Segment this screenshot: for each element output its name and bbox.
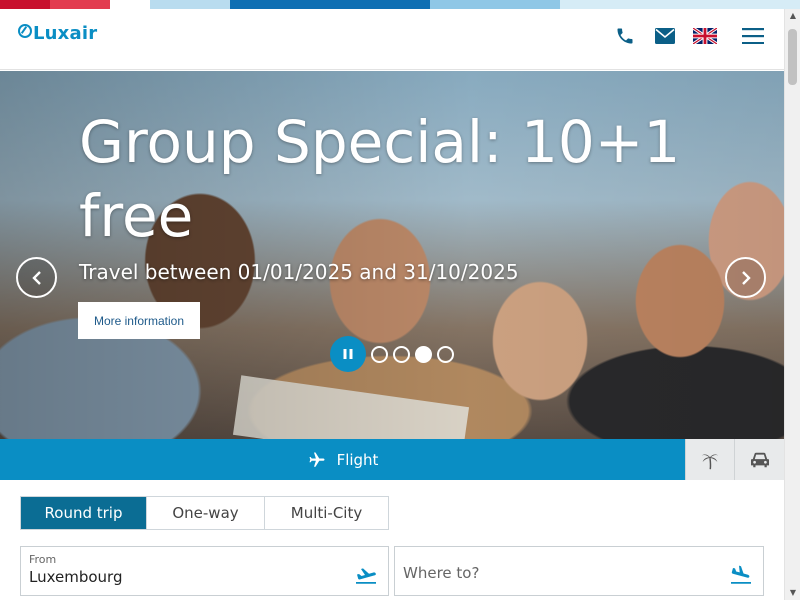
carousel-dot-2[interactable] [393, 346, 410, 363]
to-field[interactable] [394, 546, 764, 596]
luxair-logo-icon [18, 24, 32, 38]
pause-icon [343, 349, 353, 359]
site-header: Luxair [0, 9, 784, 70]
trip-type-round-trip[interactable]: Round trip [21, 497, 147, 529]
tab-holidays[interactable] [685, 439, 734, 480]
more-information-button[interactable]: More information [78, 302, 200, 339]
from-field[interactable]: From Luxembourg [20, 546, 389, 596]
hero-carousel: Group Special: 10+1 free Travel between … [0, 71, 784, 439]
chevron-left-icon [31, 270, 41, 285]
hero-subtitle: Travel between 01/01/2025 and 31/10/2025 [79, 260, 519, 284]
from-field-label: From [29, 553, 57, 566]
header-actions [612, 23, 766, 49]
uk-flag-icon[interactable] [692, 23, 718, 49]
carousel-prev-button[interactable] [16, 257, 57, 298]
tab-flight-label: Flight [336, 450, 379, 469]
scroll-down-arrow-icon[interactable]: ▼ [788, 588, 798, 598]
arrival-plane-icon [731, 565, 751, 584]
carousel-next-button[interactable] [725, 257, 766, 298]
scroll-up-arrow-icon[interactable]: ▲ [788, 11, 798, 21]
trip-type-multi-city[interactable]: Multi-City [265, 497, 388, 529]
carousel-pause-button[interactable] [330, 336, 366, 372]
trip-type-one-way[interactable]: One-way [147, 497, 265, 529]
car-icon [750, 452, 769, 467]
scroll-thumb[interactable] [788, 29, 797, 85]
palm-tree-icon [701, 453, 719, 469]
luxair-logo[interactable]: Luxair [18, 23, 97, 44]
departure-plane-icon [356, 568, 376, 584]
email-icon[interactable] [652, 23, 678, 49]
from-field-value[interactable]: Luxembourg [29, 568, 349, 586]
page-scrollbar[interactable]: ▲ ▼ [784, 9, 800, 600]
logo-text: Luxair [33, 23, 98, 44]
menu-icon[interactable] [740, 23, 766, 49]
tab-car-rental[interactable] [734, 439, 784, 480]
carousel-dot-3[interactable] [415, 346, 432, 363]
destination-input[interactable] [403, 562, 713, 584]
phone-icon[interactable] [612, 23, 638, 49]
tab-flight[interactable]: Flight [0, 439, 685, 480]
airplane-icon [309, 452, 325, 467]
chevron-right-icon [741, 270, 751, 285]
trip-type-selector: Round trip One-way Multi-City [20, 496, 389, 530]
carousel-dot-1[interactable] [371, 346, 388, 363]
top-decorative-stripe [0, 0, 800, 9]
carousel-dot-4[interactable] [437, 346, 454, 363]
hero-title: Group Special: 10+1 free [79, 108, 681, 250]
booking-tabbar: Flight [0, 439, 784, 480]
